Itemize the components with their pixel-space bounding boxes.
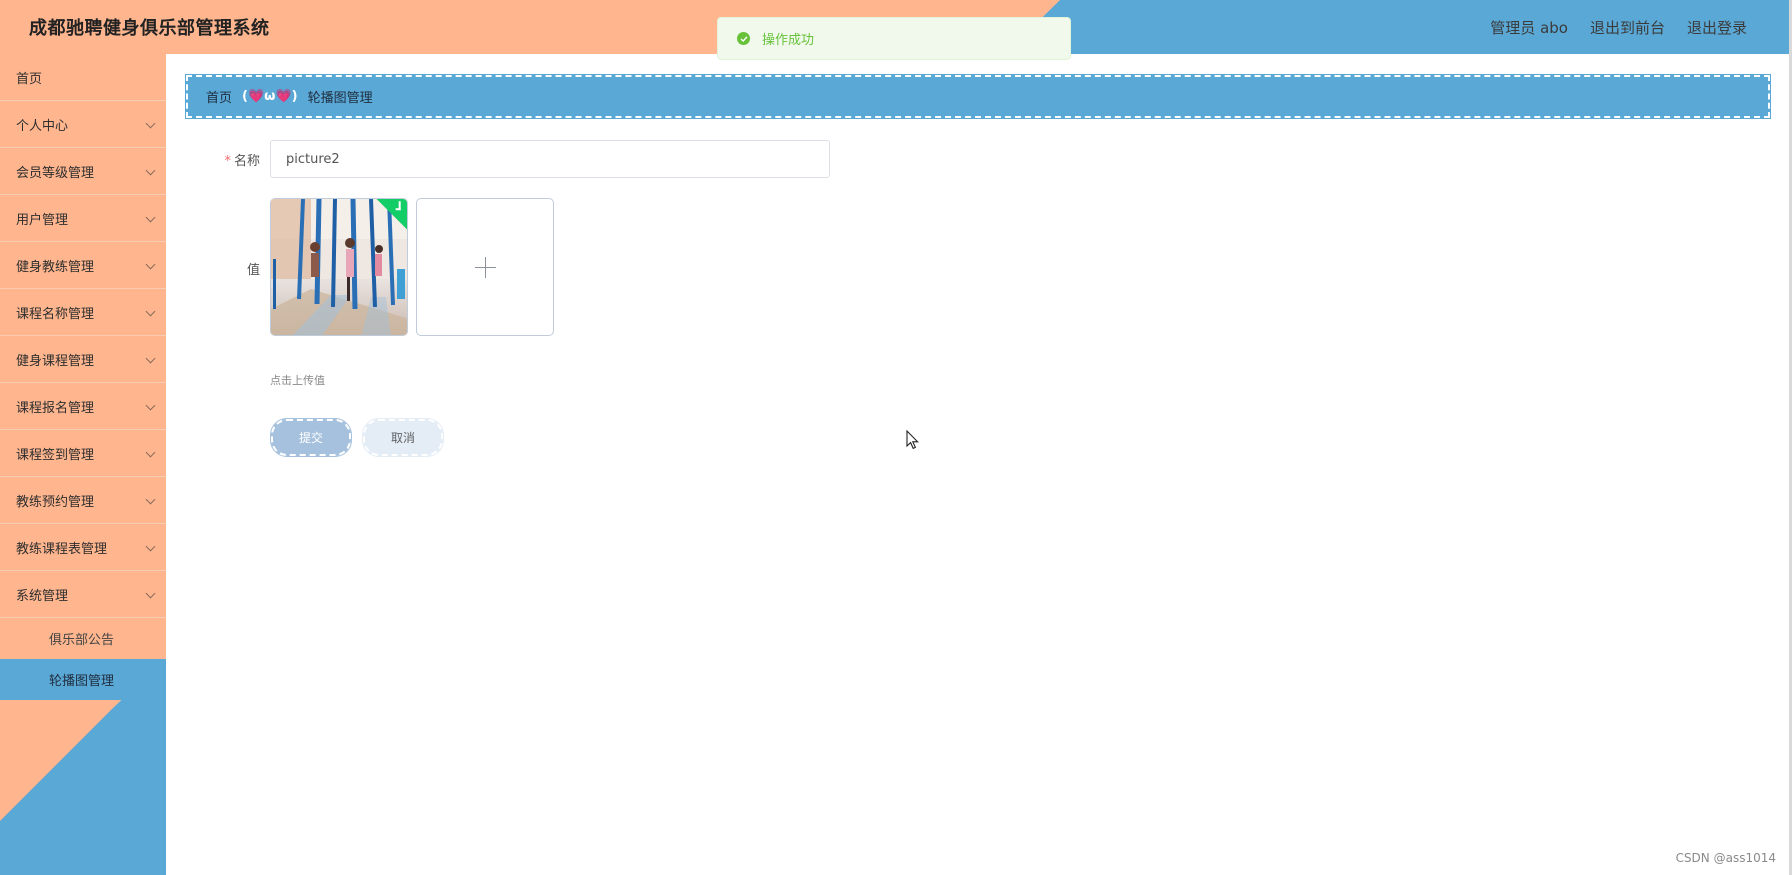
sidebar-item-label: 教练预约管理 — [16, 494, 95, 510]
admin-user-label[interactable]: 管理员 abo — [1490, 17, 1568, 38]
upload-hint: 点击上传值 — [270, 374, 325, 387]
name-label: * 名称 — [206, 150, 260, 169]
sidebar-item-label: 课程名称管理 — [16, 306, 95, 322]
mouse-pointer-icon — [906, 430, 919, 450]
chevron-down-icon — [145, 118, 156, 129]
sidebar-item-course-checkin[interactable]: 课程签到管理 — [0, 430, 166, 477]
sidebar-item-coach-schedule[interactable]: 教练课程表管理 — [0, 524, 166, 571]
sidebar-item-coach-booking[interactable]: 教练预约管理 — [0, 477, 166, 524]
sidebar-item-label: 个人中心 — [16, 118, 69, 134]
chevron-down-icon — [145, 259, 156, 270]
sidebar-item-label: 首页 — [16, 71, 43, 87]
sidebar-item-member-level[interactable]: 会员等级管理 — [0, 148, 166, 195]
chevron-down-icon — [145, 165, 156, 176]
toast-message: 操作成功 — [762, 33, 815, 48]
value-label: 值 — [246, 263, 260, 278]
app-title: 成都驰聘健身俱乐部管理系统 — [29, 18, 270, 39]
upload-image-button[interactable] — [416, 198, 554, 336]
breadcrumb-home[interactable]: 首页 — [206, 87, 232, 106]
breadcrumb-separator: (💗ω💗) — [242, 89, 298, 104]
header-links: 管理员 abo 退出到前台 退出登录 — [1490, 17, 1747, 38]
sidebar-item-home[interactable]: 首页 — [0, 54, 166, 101]
chevron-down-icon — [145, 212, 156, 223]
sidebar-item-course-signup[interactable]: 课程报名管理 — [0, 383, 166, 430]
sidebar-item-label: 课程签到管理 — [16, 447, 95, 463]
sidebar-item-label: 系统管理 — [16, 588, 69, 604]
breadcrumb-current: 轮播图管理 — [307, 91, 373, 106]
sidebar-item-system[interactable]: 系统管理 — [0, 571, 166, 618]
sidebar-item-users[interactable]: 用户管理 — [0, 195, 166, 242]
success-toast: 操作成功 — [717, 17, 1071, 60]
chevron-down-icon — [145, 400, 156, 411]
chevron-down-icon — [145, 494, 156, 505]
sidebar-item-label: 课程报名管理 — [16, 400, 95, 416]
sidebar-subitem-club-notice[interactable]: 俱乐部公告 — [0, 618, 166, 659]
sidebar-item-label: 健身教练管理 — [16, 259, 95, 275]
sidebar-item-label: 教练课程表管理 — [16, 541, 108, 557]
sidebar-subitem-carousel[interactable]: 轮播图管理 — [0, 659, 166, 700]
name-label-text: 名称 — [233, 154, 260, 169]
chevron-down-icon — [145, 588, 156, 599]
watermark: CSDN @ass1014 — [1675, 851, 1776, 865]
breadcrumb: 首页 (💗ω💗) 轮播图管理 — [185, 74, 1771, 119]
check-circle-icon — [737, 32, 750, 45]
chevron-down-icon — [145, 541, 156, 552]
logout-link[interactable]: 退出登录 — [1687, 17, 1747, 38]
name-input[interactable] — [270, 140, 830, 178]
chevron-down-icon — [145, 353, 156, 364]
chevron-down-icon — [145, 447, 156, 458]
submit-button[interactable]: 提交 — [270, 418, 352, 457]
back-to-front-link[interactable]: 退出到前台 — [1590, 17, 1665, 38]
gym-aerial-yoga-photo — [271, 199, 407, 335]
sidebar: 首页 个人中心 会员等级管理 用户管理 健身教练管理 课程名称管理 健身课程管理… — [0, 54, 166, 875]
required-asterisk: * — [224, 154, 231, 169]
uploaded-image-thumbnail[interactable] — [270, 198, 408, 336]
sidebar-item-label: 健身课程管理 — [16, 353, 95, 369]
sidebar-item-label: 用户管理 — [16, 212, 69, 228]
cancel-button[interactable]: 取消 — [362, 418, 444, 457]
sidebar-item-fitness-courses[interactable]: 健身课程管理 — [0, 336, 166, 383]
check-icon — [395, 201, 401, 211]
sidebar-subitem-label: 俱乐部公告 — [49, 633, 115, 648]
plus-icon-vertical — [485, 257, 486, 278]
sidebar-subitem-label: 轮播图管理 — [49, 674, 115, 689]
sidebar-item-label: 会员等级管理 — [16, 165, 95, 181]
sidebar-item-personal-center[interactable]: 个人中心 — [0, 101, 166, 148]
sidebar-menu: 首页 个人中心 会员等级管理 用户管理 健身教练管理 课程名称管理 健身课程管理… — [0, 54, 166, 700]
chevron-down-icon — [145, 306, 156, 317]
sidebar-item-course-names[interactable]: 课程名称管理 — [0, 289, 166, 336]
sidebar-item-coaches[interactable]: 健身教练管理 — [0, 242, 166, 289]
